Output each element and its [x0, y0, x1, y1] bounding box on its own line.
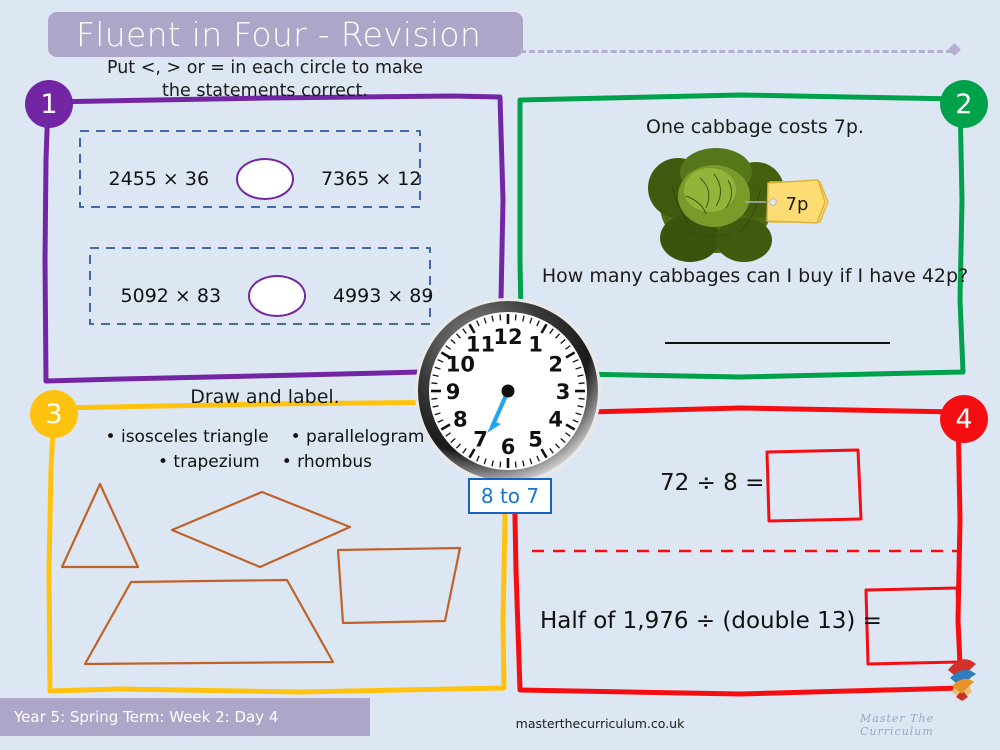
question-badge-4-label: 4: [955, 403, 973, 435]
question-badge-1-label: 1: [40, 88, 58, 120]
q3-drawn-shapes: [60, 482, 462, 666]
shape-isosceles-triangle: [60, 482, 140, 569]
q3-shape-label-3: • trapezium: [157, 451, 260, 472]
shape-parallelogram: [336, 546, 462, 625]
q1-row-1-answer-circle[interactable]: [235, 158, 295, 200]
question-badge-3: 3: [30, 390, 78, 438]
footer-term-label: Year 5: Spring Term: Week 2: Day 4: [14, 708, 279, 726]
page-title: Fluent in Four - Revision: [76, 15, 482, 54]
q2-question-text: How many cabbages can I buy if I have 42…: [541, 265, 969, 287]
q4-equation-2: Half of 1,976 ÷ (double 13) =: [540, 608, 882, 634]
clock-numeral-2: 2: [548, 353, 563, 377]
clock-numeral-4: 4: [548, 408, 563, 432]
clock-numeral-3: 3: [556, 380, 571, 404]
q1-instruction: Put <, > or = in each circle to make the…: [106, 58, 424, 102]
question-badge-1: 1: [25, 80, 73, 128]
clock-numeral-5: 5: [528, 428, 543, 452]
brand-wordmark: Master The Curriculum: [860, 712, 935, 738]
clock-numeral-9: 9: [446, 380, 461, 404]
cabbage-illustration: 7p: [648, 148, 829, 262]
analogue-clock: 12 1 2 3 4 5 6 7 8 9 10 11: [413, 296, 603, 486]
q1-comparison-row-1: 2455 × 36 7365 × 12: [100, 158, 430, 200]
clock-centre-pin: [501, 384, 515, 398]
clock-rotation-label: 8 to 7: [468, 478, 552, 514]
shape-trapezium: [83, 578, 335, 666]
question-badge-2-label: 2: [955, 88, 973, 120]
clock-numeral-12: 12: [493, 325, 522, 349]
q3-shape-label-4: • rhombus: [281, 451, 372, 472]
title-divider-diamond-icon: [948, 43, 961, 56]
q1-comparison-row-2: 5092 × 83 4993 × 89: [112, 275, 442, 317]
q1-row-1-left-expression: 2455 × 36: [108, 168, 210, 190]
clock-face: 12 1234567891011: [415, 298, 601, 484]
footer-term-tag: Year 5: Spring Term: Week 2: Day 4: [0, 698, 370, 736]
q1-row-2-left-expression: 5092 × 83: [120, 285, 222, 307]
clock-numeral-11: 11: [466, 332, 495, 356]
price-tag-label: 7p: [786, 194, 809, 215]
title-divider-dashed: [520, 50, 952, 53]
clock-numeral-1: 1: [528, 332, 543, 356]
q3-shape-label-2: • parallelogram: [290, 427, 425, 447]
q1-row-1-right-expression: 7365 × 12: [320, 168, 422, 190]
q2-answer-line[interactable]: [665, 342, 890, 344]
clock-numeral-8: 8: [453, 408, 468, 432]
q3-shape-label-list: • isosceles triangle • parallelogram • t…: [90, 425, 440, 474]
clock-numeral-7: 7: [473, 428, 488, 452]
clock-rotation-label-text: 8 to 7: [480, 484, 540, 508]
q3-shape-label-1: • isosceles triangle: [105, 427, 269, 447]
q1-row-2-answer-circle[interactable]: [247, 275, 307, 317]
worksheet-page: Fluent in Four - Revision 7p 1 2 3 4 Put…: [0, 0, 1000, 750]
q4-equation-1: 72 ÷ 8 =: [660, 470, 765, 496]
footer-url: masterthecurriculum.co.uk: [515, 716, 685, 731]
q3-instruction: Draw and label.: [190, 386, 340, 408]
page-title-bar: Fluent in Four - Revision: [48, 12, 523, 57]
shape-rhombus: [170, 490, 352, 569]
clock-numeral-6: 6: [501, 435, 516, 459]
question-badge-3-label: 3: [45, 398, 63, 430]
q2-statement: One cabbage costs 7p.: [646, 116, 864, 138]
q4-answer-box-1: [765, 448, 863, 523]
question-badge-4: 4: [940, 395, 988, 443]
pencil-logo-icon: [948, 659, 976, 701]
